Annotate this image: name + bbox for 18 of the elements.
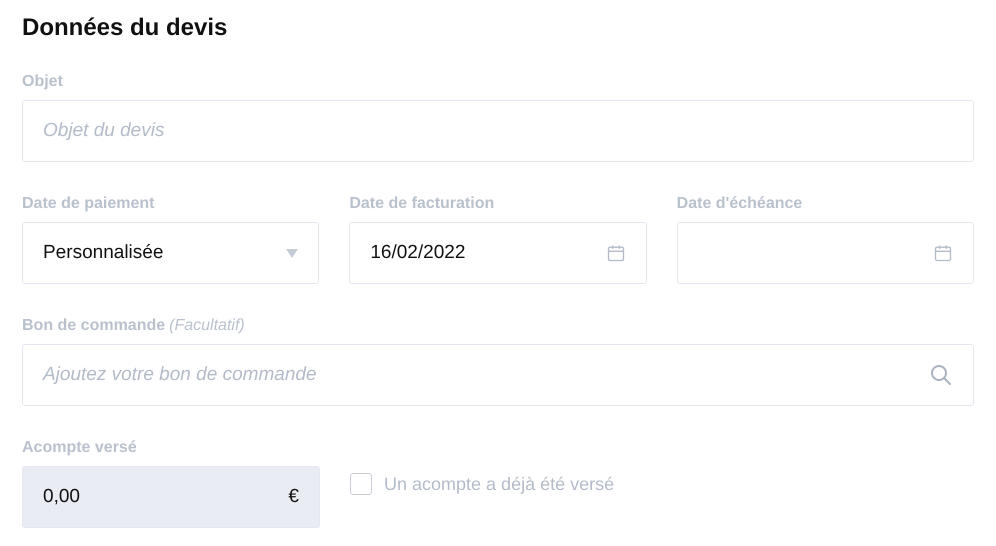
field-label: Acompte versé	[22, 438, 138, 458]
optional-hint: (Facultatif)	[169, 316, 245, 336]
caret-icon	[286, 248, 298, 258]
section-title: Données du devis	[22, 14, 228, 42]
date-field[interactable]: 16/02/2022	[349, 222, 647, 284]
field-label: Objet	[22, 72, 64, 92]
checkbox-label: Un acompte a déjà été versé	[384, 473, 614, 495]
calendar-icon	[932, 243, 953, 263]
input-field[interactable]: Objet du devis	[22, 100, 974, 162]
search-icon	[929, 363, 953, 387]
field-label: Date d'échéance	[676, 194, 804, 214]
calendar-icon	[606, 243, 626, 263]
select-field[interactable]: Personnalisée	[22, 222, 320, 284]
field-label: Bon de commande	[22, 316, 166, 336]
field-label: Date de facturation	[349, 194, 496, 214]
currency-symbol: €	[288, 484, 299, 509]
date-field[interactable]	[676, 222, 974, 284]
field-label: Date de paiement	[22, 194, 156, 214]
